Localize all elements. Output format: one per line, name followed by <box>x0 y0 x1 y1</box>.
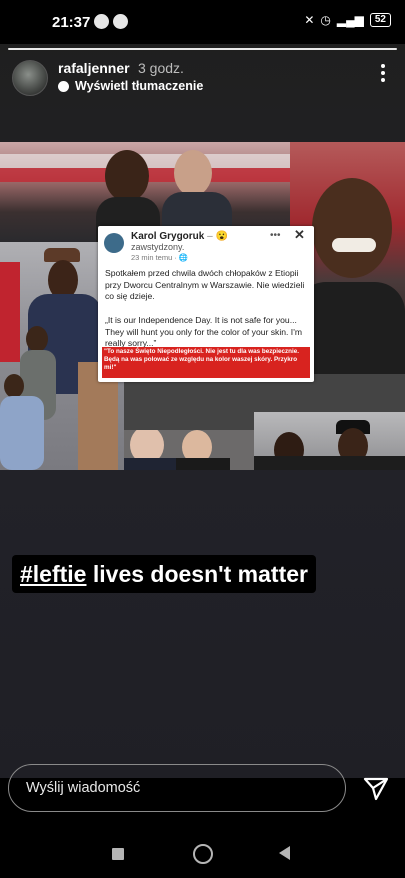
translate-label: Wyświetl tłumaczenie <box>75 79 204 93</box>
message-input[interactable]: Wyślij wiadomość <box>8 764 346 812</box>
post-time: 3 godz. <box>138 60 184 76</box>
system-nav-bar <box>0 826 405 878</box>
alarm-icon: ◷ <box>320 13 331 27</box>
caption-hashtag[interactable]: #leftie <box>20 561 86 587</box>
username[interactable]: rafaljenner <box>58 60 130 76</box>
facebook-post-card: Karol Grygoruk – 😮 zawstydzony. 23 min t… <box>98 226 314 382</box>
post-more-icon: ••• <box>270 230 281 241</box>
status-icons: ✕ ◷ ▂▄▆ 52 <box>304 13 391 27</box>
photo-young-men <box>124 430 254 470</box>
post-timestamp: 23 min temu · 🌐 <box>131 253 189 262</box>
messenger-icon <box>113 14 128 29</box>
more-options-icon[interactable] <box>381 64 385 85</box>
recent-apps-icon[interactable] <box>112 848 124 860</box>
post-feeling: zawstydzony. <box>131 242 185 252</box>
story-image-collage: Karol Grygoruk – 😮 zawstydzony. 23 min t… <box>0 142 405 470</box>
post-author-line: Karol Grygoruk – 😮 <box>131 231 228 242</box>
avatar[interactable] <box>12 60 48 96</box>
story-viewer[interactable]: rafaljenner 3 godz. Wyświetl tłumaczenie <box>0 44 405 778</box>
photo-two-men <box>254 412 405 470</box>
post-translation-highlight: "To nasze Święto Niepodległości. Nie jes… <box>102 347 310 378</box>
translate-icon <box>58 80 69 92</box>
signal-icon: ▂▄▆ <box>336 13 364 27</box>
story-progress-bar <box>8 48 397 50</box>
story-caption: #leftie lives doesn't matter <box>12 555 316 593</box>
translate-button[interactable]: Wyświetl tłumaczenie <box>58 79 203 93</box>
post-author: Karol Grygoruk <box>131 231 205 242</box>
post-author-avatar <box>104 233 124 253</box>
gps-icon <box>94 14 109 29</box>
post-text-quote: „It is our Independence Day. It is not s… <box>105 315 302 348</box>
back-icon[interactable] <box>279 846 290 860</box>
send-icon[interactable] <box>362 774 390 802</box>
status-bar: 21:37 ✕ ◷ ▂▄▆ 52 <box>0 0 405 44</box>
post-author-suffix: – 😮 <box>207 231 228 242</box>
home-icon[interactable] <box>193 844 213 864</box>
post-text-polish: Spotkałem przed chwila dwóch chłopaków z… <box>105 268 305 301</box>
battery-icon: 52 <box>369 13 391 27</box>
mute-icon: ✕ <box>304 13 315 27</box>
status-time: 21:37 <box>52 14 91 31</box>
post-close-icon: ✕ <box>294 227 305 242</box>
message-placeholder: Wyślij wiadomość <box>26 780 141 796</box>
caption-text: lives doesn't matter <box>86 561 308 587</box>
